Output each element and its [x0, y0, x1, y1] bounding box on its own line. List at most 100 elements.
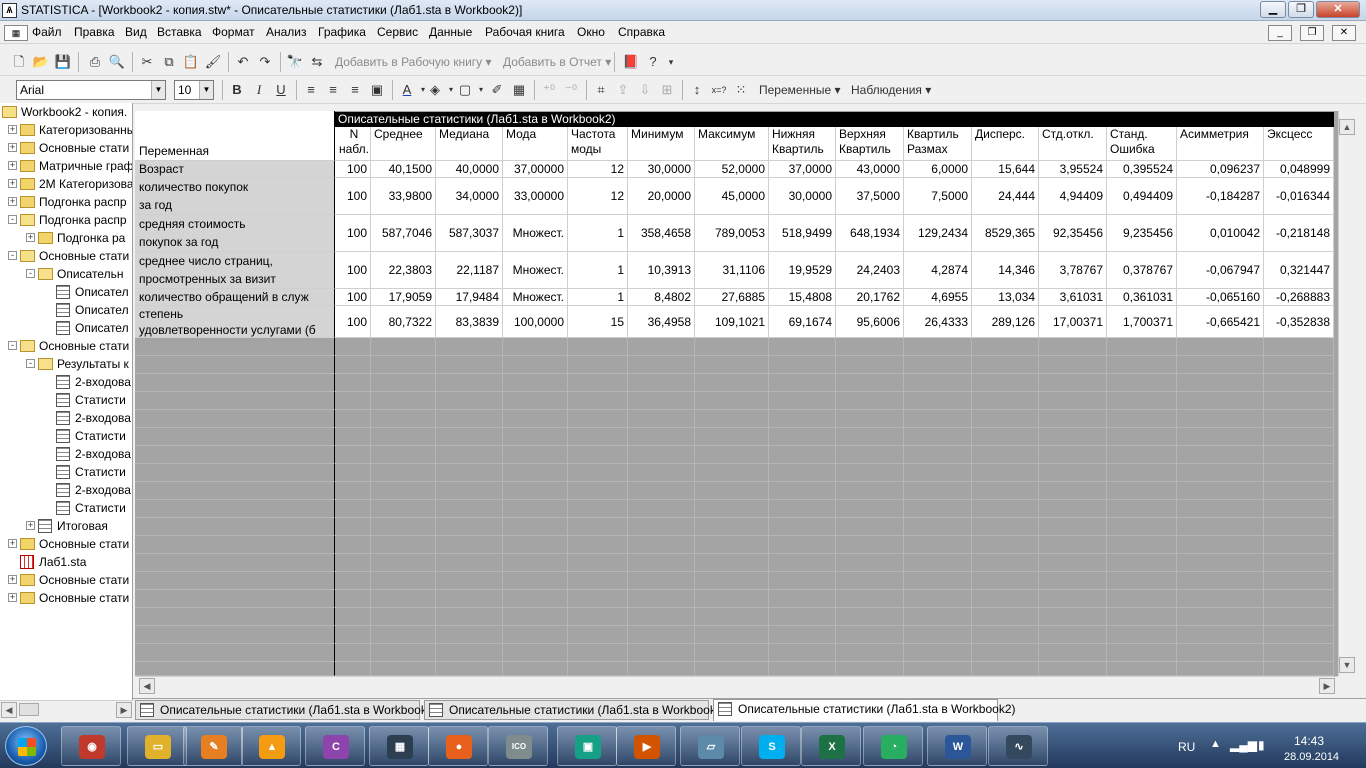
table-cell[interactable]: 34,0000 — [436, 178, 503, 215]
table-cell[interactable]: 24,2403 — [836, 252, 904, 289]
table-cell[interactable]: 33,9800 — [371, 178, 436, 215]
row-header[interactable]: количество покупок за год — [135, 178, 335, 215]
tree-node[interactable]: + Основные стати — [0, 535, 132, 553]
tab-descriptive-stats-1[interactable]: Описательные статистики (Лаб1.sta в Work… — [135, 700, 438, 720]
tree-node[interactable]: Статисти — [0, 427, 132, 445]
table-cell[interactable]: 69,1674 — [769, 306, 836, 338]
tree-scrollbar[interactable]: ◀ ▶ — [0, 700, 133, 718]
toolbar-options-icon[interactable]: ▾ — [662, 53, 680, 71]
table-cell[interactable]: -0,016344 — [1264, 178, 1334, 215]
vertical-scrollbar[interactable]: ▲ ▼ — [1338, 111, 1356, 676]
scroll-left-icon[interactable]: ◀ — [139, 678, 155, 694]
sheet-options-icon[interactable]: ⊞ — [658, 81, 676, 99]
cell-format-icon[interactable]: ▣ — [368, 81, 386, 99]
collapse-icon[interactable]: - — [8, 251, 17, 260]
table-cell[interactable]: 6,0000 — [904, 161, 972, 178]
menu-format[interactable]: Формат — [212, 25, 255, 39]
find-icon[interactable]: 🔭 — [286, 53, 304, 71]
maximize-button[interactable]: ❐ — [1288, 1, 1314, 18]
table-cell[interactable]: Множест. — [503, 289, 568, 306]
taskbar-app[interactable]: ▭ — [127, 726, 187, 766]
table-cell[interactable]: 92,35456 — [1039, 215, 1107, 252]
tree-node[interactable]: +2М Категоризова — [0, 175, 132, 193]
column-header[interactable]: Среднее — [371, 127, 436, 161]
tree-node[interactable]: + Матричные граф — [0, 157, 132, 175]
table-cell[interactable]: 587,7046 — [371, 215, 436, 252]
table-cell[interactable]: 518,9499 — [769, 215, 836, 252]
scroll-down-icon[interactable]: ▼ — [1339, 657, 1355, 673]
row-header[interactable]: среднее число страниц, просмотренных за в… — [135, 252, 335, 289]
column-header[interactable]: Квартиль Размах — [904, 127, 972, 161]
column-header[interactable]: Минимум — [628, 127, 695, 161]
table-cell[interactable]: 12 — [568, 161, 628, 178]
format-painter-icon[interactable]: 🖌 — [204, 53, 222, 71]
table-cell[interactable]: -0,665421 — [1177, 306, 1264, 338]
table-cell[interactable]: 17,9059 — [371, 289, 436, 306]
align-center-icon[interactable]: ≡ — [324, 81, 342, 99]
redo-icon[interactable]: ↷ — [256, 53, 274, 71]
expand-icon[interactable]: + — [8, 593, 17, 602]
tree-node[interactable]: + Основные стати — [0, 571, 132, 589]
expand-icon[interactable]: + — [8, 197, 17, 206]
menu-view[interactable]: Вид — [125, 25, 147, 39]
table-cell[interactable]: 15 — [568, 306, 628, 338]
tree-node[interactable]: - Результаты к — [0, 355, 132, 373]
help-pointer-icon[interactable]: ? — [644, 53, 662, 71]
tree-node[interactable]: + Подгонка ра — [0, 229, 132, 247]
table-cell[interactable]: 43,0000 — [836, 161, 904, 178]
close-button[interactable]: ✕ — [1316, 1, 1360, 18]
table-cell[interactable]: Множест. — [503, 215, 568, 252]
taskbar-app[interactable]: ∿ — [988, 726, 1048, 766]
tree-node[interactable]: Описател — [0, 283, 132, 301]
table-cell[interactable]: 0,010042 — [1177, 215, 1264, 252]
table-cell[interactable]: 1 — [568, 215, 628, 252]
open-icon[interactable]: 📂 — [32, 53, 50, 71]
taskbar-app[interactable]: C — [305, 726, 365, 766]
collapse-icon[interactable]: - — [8, 215, 17, 224]
copy-icon[interactable]: ⧉ — [160, 53, 178, 71]
table-cell[interactable]: 3,95524 — [1039, 161, 1107, 178]
table-cell[interactable]: 0,395524 — [1107, 161, 1177, 178]
table-cell[interactable]: 20,1762 — [836, 289, 904, 306]
new-icon[interactable]: 🗋 — [10, 53, 28, 71]
scroll-right-icon[interactable]: ▶ — [1319, 678, 1335, 694]
table-cell[interactable]: 3,78767 — [1039, 252, 1107, 289]
undo-icon[interactable]: ↶ — [234, 53, 252, 71]
expand-icon[interactable]: + — [8, 539, 17, 548]
tree-node[interactable]: + Подгонка распр — [0, 193, 132, 211]
table-cell[interactable]: 13,034 — [972, 289, 1039, 306]
table-cell[interactable]: 0,361031 — [1107, 289, 1177, 306]
taskbar-app[interactable]: S — [741, 726, 801, 766]
table-cell[interactable]: 0,494409 — [1107, 178, 1177, 215]
table-cell[interactable]: -0,268883 — [1264, 289, 1334, 306]
xy-icon[interactable]: x=? — [710, 81, 728, 99]
sort-az-icon[interactable]: ↕ — [688, 81, 706, 99]
cut-icon[interactable]: ✂ — [138, 53, 156, 71]
print-icon[interactable]: ⎙ — [86, 53, 104, 71]
table-cell[interactable]: 14,346 — [972, 252, 1039, 289]
scroll-right-icon[interactable]: ▶ — [116, 702, 132, 718]
tree-node[interactable]: Статисти — [0, 499, 132, 517]
tab-descriptive-stats-2[interactable]: Описательные статистики (Лаб1.sta в Work… — [424, 700, 727, 720]
save-icon[interactable]: 💾 — [54, 53, 72, 71]
table-cell[interactable]: 3,61031 — [1039, 289, 1107, 306]
row-header[interactable]: количество обращений в служ — [135, 289, 335, 306]
taskbar-app[interactable]: ● — [428, 726, 488, 766]
menu-edit[interactable]: Правка — [74, 25, 115, 39]
table-cell[interactable]: 1,700371 — [1107, 306, 1177, 338]
taskbar-app[interactable]: ICO — [488, 726, 548, 766]
table-cell[interactable]: 27,6885 — [695, 289, 769, 306]
print-preview-icon[interactable]: 🔍 — [108, 53, 126, 71]
column-header[interactable]: Эксцесс — [1264, 127, 1334, 161]
table-cell[interactable]: 19,9529 — [769, 252, 836, 289]
table-cell[interactable]: 4,2874 — [904, 252, 972, 289]
column-header[interactable]: Мода — [503, 127, 568, 161]
table-cell[interactable]: 24,444 — [972, 178, 1039, 215]
table-cell[interactable]: 100 — [335, 306, 371, 338]
table-cell[interactable]: Множест. — [503, 252, 568, 289]
table-cell[interactable]: 100 — [335, 178, 371, 215]
table-cell[interactable]: 15,4808 — [769, 289, 836, 306]
table-cell[interactable]: 1 — [568, 252, 628, 289]
add-to-workbook-button[interactable]: Добавить в Рабочую книгу ▾ — [335, 55, 492, 69]
table-cell[interactable]: 100,0000 — [503, 306, 568, 338]
